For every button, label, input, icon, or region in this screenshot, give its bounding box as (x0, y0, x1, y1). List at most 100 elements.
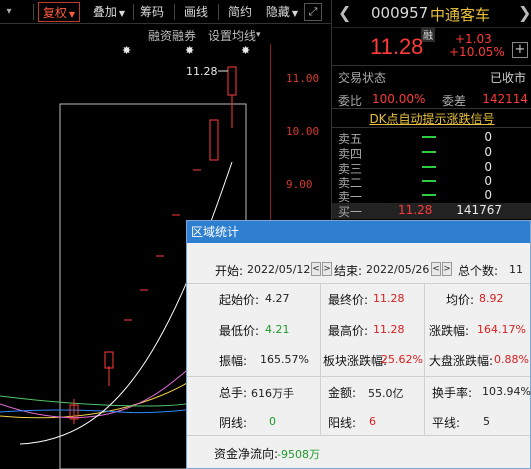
stock-code: 000957 (371, 4, 429, 22)
sell-volume: 0 (484, 130, 492, 144)
prev-stock-icon[interactable]: ❮ (338, 3, 351, 22)
close-price-value: 11.28 (373, 292, 405, 305)
end-prev-button[interactable]: < (431, 262, 441, 276)
orderbook-sell-row: 卖三 0 (332, 160, 531, 176)
sell-volume: 0 (484, 174, 492, 188)
orderbook-sell-row: 卖二 0 (332, 174, 531, 190)
divider (424, 283, 425, 435)
change-percent: +10.05% (449, 45, 505, 59)
stock-name: 中通客车 (430, 6, 491, 24)
price-tick: 11.00 (286, 72, 320, 85)
market-change-label: 大盘涨跌幅: (429, 354, 494, 368)
open-price-value: 4.27 (265, 292, 290, 305)
orderbook-sell-row: 卖四 0 (332, 145, 531, 161)
high-price-value: 11.28 (373, 323, 405, 336)
price-change: +1.03 +10.05% (449, 33, 505, 59)
avg-price-label: 均价: (446, 293, 475, 307)
net-flow-label: 资金净流向: (214, 447, 279, 461)
open-price-label: 起始价: (219, 293, 260, 307)
close-price-label: 最终价: (328, 293, 369, 307)
simple-button[interactable]: 简约 (226, 2, 254, 22)
volume-value: 616万手 (251, 387, 294, 400)
overlay-button[interactable]: 叠加 ▼ (88, 2, 130, 22)
orderbook-sell-row: 卖一 0 (332, 188, 531, 204)
start-prev-button[interactable]: < (311, 262, 321, 276)
hide-button[interactable]: 隐藏 ▼ (262, 2, 302, 22)
candle (209, 119, 219, 161)
margin-trading-label[interactable]: 融资融券 (148, 27, 196, 44)
expand-icon[interactable]: ⤢ (304, 3, 322, 21)
empty-price-dash (422, 166, 436, 168)
last-price-label: 11.28 (186, 65, 218, 78)
turnover-value: 103.94% (482, 385, 531, 398)
change-pct-label: 涨跌幅: (429, 324, 470, 338)
chart-toolbar: ▾ 复权 ▼ 叠加 ▼ 筹码 画线 简约 隐藏 ▼ ⤢ (0, 0, 331, 24)
chips-button[interactable]: 筹码 (138, 2, 166, 22)
empty-price-dash (422, 194, 436, 196)
pos-candles-label: 阳线: (328, 416, 357, 430)
amplitude-value: 165.57% (260, 353, 309, 366)
current-price: 11.28 (370, 34, 424, 59)
range-stats-dialog: 区域统计 开始: 2022/05/12 < > 结束: 2022/05/26 <… (186, 220, 531, 469)
buy-level-label: 买一 (338, 205, 363, 219)
chart-subbar: 融资融券 设置均线 ▾ (0, 24, 331, 44)
chevron-down-icon: ▼ (118, 9, 126, 18)
status-value: 已收市 (489, 71, 526, 85)
low-price-value: 4.21 (265, 323, 290, 336)
amplitude-label: 振幅: (219, 354, 248, 368)
divider (332, 108, 531, 109)
avg-price-value: 8.92 (479, 292, 504, 305)
empty-price-dash (422, 180, 436, 182)
end-date: 2022/05/26 (366, 263, 430, 276)
flat-candles-value: 5 (483, 415, 490, 428)
count-label: 总个数: (458, 264, 499, 278)
change-pct-value: 164.17% (477, 323, 526, 336)
buy-volume: 141767 (456, 203, 502, 217)
buy-price: 11.28 (398, 203, 433, 217)
orderbook-sell-row: 卖五 0 (332, 130, 531, 146)
empty-price-dash (422, 136, 436, 138)
ma-setting-button[interactable]: 设置均线 (208, 27, 256, 44)
candle (227, 66, 237, 96)
chevron-down-icon: ▾ (256, 30, 261, 40)
divider (187, 376, 530, 377)
start-next-button[interactable]: > (322, 262, 332, 276)
ratio-label: 委比 (338, 94, 363, 108)
divider (187, 435, 530, 436)
ratio-value: 100.00% (372, 92, 426, 106)
status-label: 交易状态 (338, 71, 387, 85)
fuquan-button[interactable]: 复权 ▼ (38, 2, 80, 22)
flat-candles-label: 平线: (432, 416, 461, 430)
collapse-icon[interactable]: ▾ (2, 2, 16, 22)
dk-signal-link[interactable]: DK点自动提示涨跌信号 (332, 110, 531, 127)
drawline-button[interactable]: 画线 (182, 2, 210, 22)
price-tick: 10.00 (286, 125, 320, 138)
divider (332, 127, 531, 128)
sell-volume: 0 (484, 160, 492, 174)
net-flow-value: -9508万 (277, 448, 320, 461)
turnover-label: 换手率: (432, 386, 473, 400)
neg-candles-value: 0 (269, 415, 276, 428)
divider (187, 283, 530, 284)
divider (320, 283, 321, 435)
chevron-down-icon: ▼ (68, 10, 76, 19)
end-label: 结束: (334, 264, 363, 278)
empty-price-dash (422, 151, 436, 153)
market-change-value: 0.88% (494, 353, 529, 366)
trade-status-row: 交易状态 已收市 (332, 66, 531, 88)
dialog-title[interactable]: 区域统计 (187, 221, 530, 243)
high-price-label: 最高价: (328, 324, 369, 338)
price-tick: 9.00 (286, 178, 313, 191)
end-next-button[interactable]: > (442, 262, 452, 276)
amount-label: 金额: (328, 386, 357, 400)
quote-header: ❮ 000957 中通客车 ❯ (332, 0, 531, 28)
candle (104, 351, 114, 369)
add-watchlist-button[interactable]: + (512, 42, 528, 58)
neg-candles-label: 阴线: (219, 416, 248, 430)
sector-change-value: 25.62% (381, 353, 423, 366)
orderbook-buy-row: 买一 11.28 141767 (332, 203, 531, 219)
low-price-label: 最低价: (219, 324, 260, 338)
sector-change-label: 板块涨跌幅: (323, 354, 388, 368)
next-stock-icon[interactable]: ❯ (518, 3, 531, 22)
count-value: 11 (509, 263, 523, 276)
